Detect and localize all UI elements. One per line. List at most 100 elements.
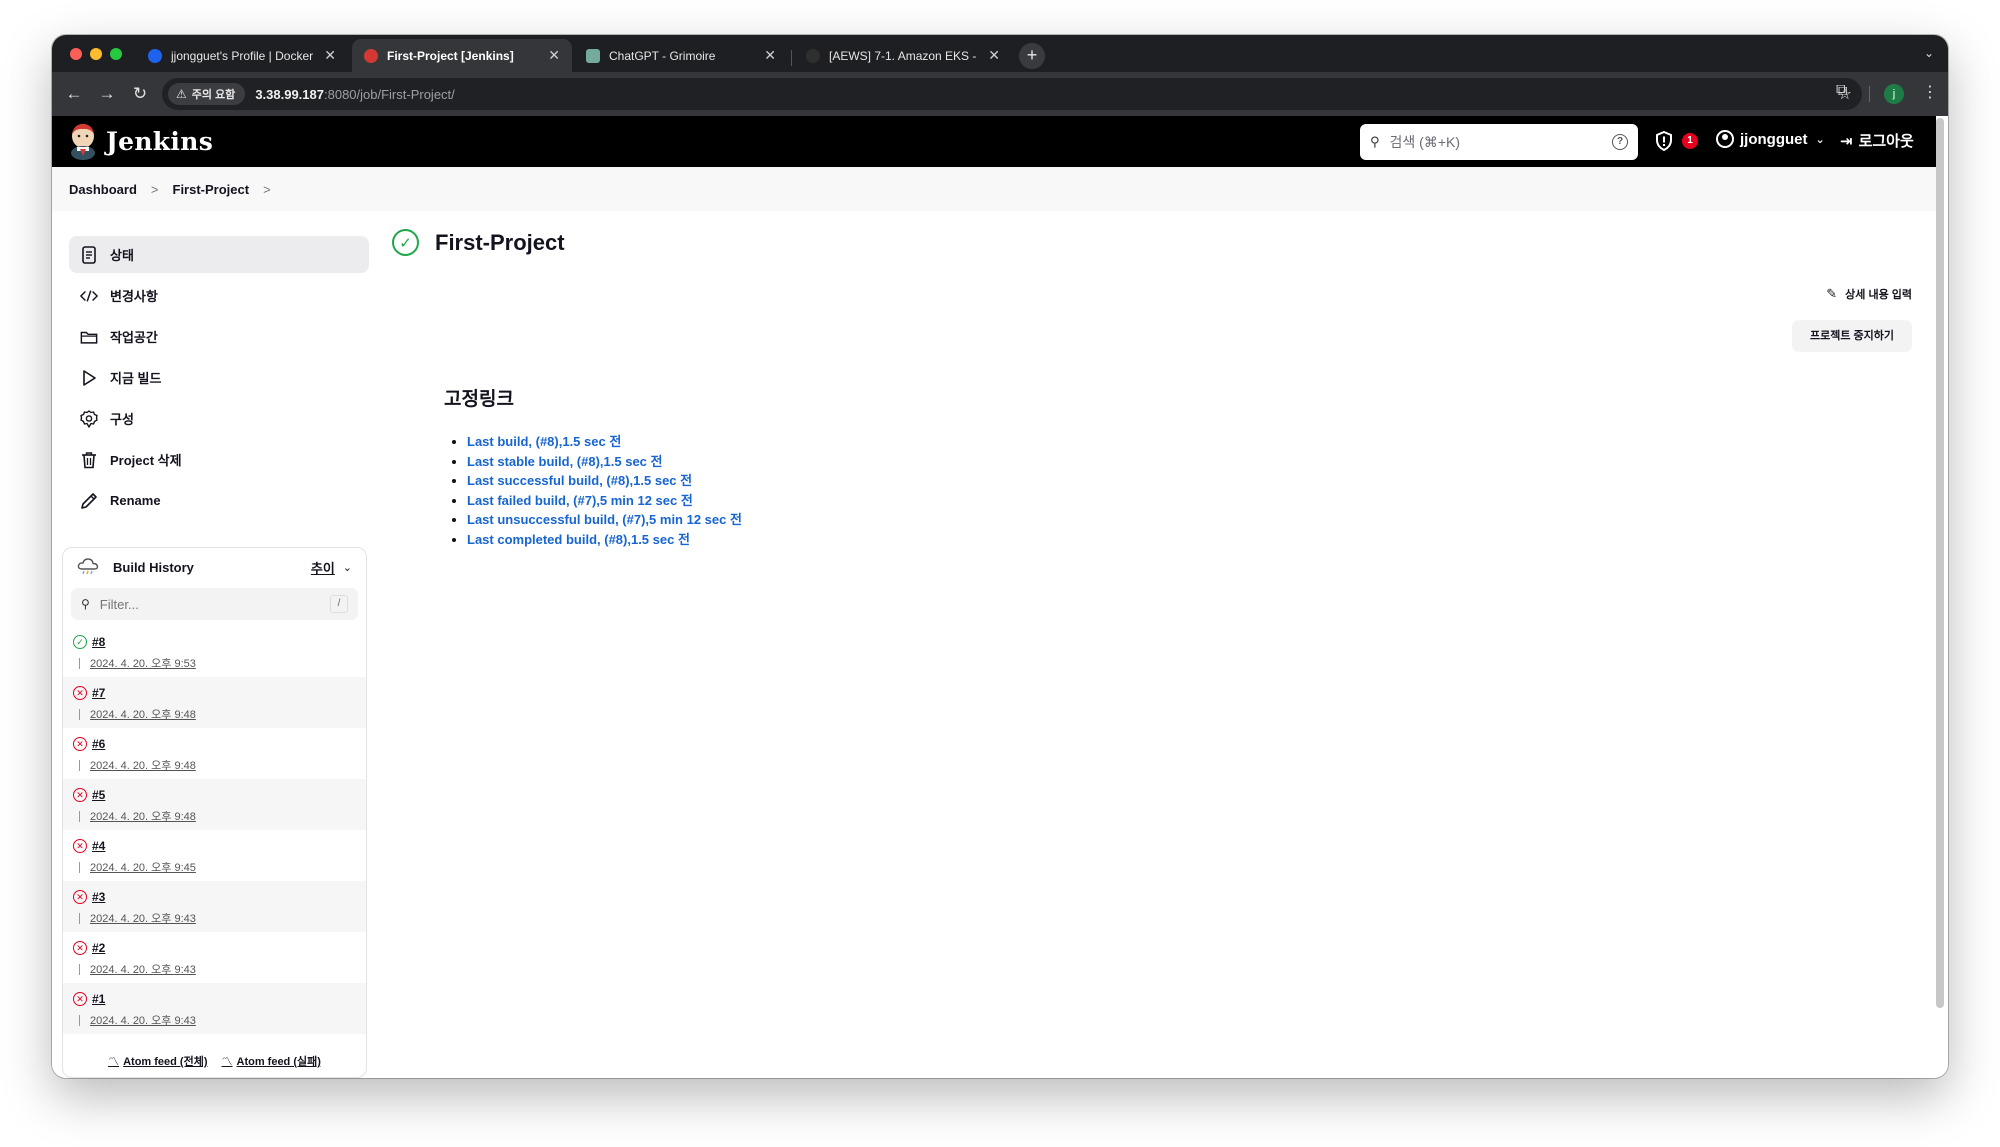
permalink-last-failed-build[interactable]: Last failed build, (#7),5 min 12 sec 전 (467, 493, 693, 508)
disable-project-button[interactable]: 프로젝트 중지하기 (1792, 320, 1912, 352)
browser-toolbar: ← → ↻ ⚠ 주의 요함 3.38.99.187 :8080/job/Firs… (52, 72, 1948, 116)
new-tab-button[interactable]: + (1019, 43, 1045, 69)
reload-icon[interactable]: ↻ (128, 82, 152, 106)
breadcrumb: Dashboard > First-Project > (52, 167, 1936, 211)
close-tab-icon[interactable]: ✕ (548, 47, 560, 64)
sidebar-item-rename[interactable]: Rename (69, 482, 369, 519)
build-date-link[interactable]: 2024. 4. 20. 오후 9:53 (90, 655, 196, 671)
sidebar-item-status[interactable]: 상태 (69, 236, 369, 273)
jenkins-logo-icon (71, 124, 95, 160)
build-number-link[interactable]: #6 (92, 737, 105, 751)
edit-description-link[interactable]: ✎ 상세 내용 입력 (1792, 282, 1912, 306)
close-tab-icon[interactable]: ✕ (324, 47, 336, 64)
tab-aews[interactable]: [AEWS] 7-1. Amazon EKS - CI/CD ✕ (794, 39, 1012, 72)
chevron-right-icon[interactable]: > (263, 182, 271, 197)
build-number-link[interactable]: #1 (92, 992, 105, 1006)
security-alert-badge[interactable]: 1 (1682, 133, 1698, 149)
breadcrumb-dashboard[interactable]: Dashboard (69, 182, 137, 197)
build-date-link[interactable]: 2024. 4. 20. 오후 9:48 (90, 706, 196, 722)
build-date-link[interactable]: 2024. 4. 20. 오후 9:43 (90, 1012, 196, 1028)
folder-icon (80, 328, 98, 346)
page-scrollbar[interactable] (1936, 118, 1944, 1008)
address-bar[interactable]: ⚠ 주의 요함 3.38.99.187 :8080/job/First-Proj… (162, 78, 1862, 110)
chevron-down-icon: ⌄ (1815, 133, 1825, 146)
close-tab-icon[interactable]: ✕ (764, 47, 776, 64)
sidebar-item-build-now[interactable]: 지금 빌드 (69, 359, 369, 396)
build-date-link[interactable]: 2024. 4. 20. 오후 9:48 (90, 757, 196, 773)
global-search[interactable]: ⚲ 검색 (⌘+K) ? (1360, 124, 1638, 160)
permalink-last-unsuccessful-build[interactable]: Last unsuccessful build, (#7),5 min 12 s… (467, 512, 742, 527)
build-number-link[interactable]: #7 (92, 686, 105, 700)
trash-icon (80, 451, 98, 469)
extensions-puzzle-icon[interactable]: ⧉ (1836, 82, 1847, 100)
permalink-last-successful-build[interactable]: Last successful build, (#8),1.5 sec 전 (467, 473, 692, 488)
tab-search-chevron-icon[interactable]: ⌄ (1924, 46, 1934, 60)
build-date-link[interactable]: 2024. 4. 20. 오후 9:43 (90, 961, 196, 977)
atom-feed-all-link[interactable]: 〽 Atom feed (전체) (108, 1053, 207, 1069)
sidebar-item-configure[interactable]: 구성 (69, 400, 369, 437)
url-host: 3.38.99.187 (255, 86, 324, 102)
build-row[interactable]: ✕ #6 2024. 4. 20. 오후 9:48 (63, 728, 366, 779)
chevron-down-icon[interactable]: ⌄ (343, 561, 352, 574)
page-title: First-Project (435, 229, 565, 255)
rss-icon: 〽 (221, 1056, 233, 1068)
build-row[interactable]: ✕ #3 2024. 4. 20. 오후 9:43 (63, 881, 366, 932)
user-menu[interactable]: jjongguet ⌄ (1716, 130, 1825, 148)
jenkins-home-link[interactable]: Jenkins (68, 122, 213, 160)
profile-avatar[interactable]: j (1884, 84, 1904, 104)
build-number-link[interactable]: #8 (92, 635, 105, 649)
build-date-link[interactable]: 2024. 4. 20. 오후 9:48 (90, 808, 196, 824)
permalink-last-build[interactable]: Last build, (#8),1.5 sec 전 (467, 434, 621, 449)
build-filter-input[interactable] (99, 596, 330, 612)
build-number-link[interactable]: #3 (92, 890, 105, 904)
close-tab-icon[interactable]: ✕ (988, 47, 1000, 64)
browser-menu-icon[interactable]: ⋮ (1922, 82, 1938, 102)
filter-shortcut-key: / (330, 595, 348, 613)
search-icon: ⚲ (81, 597, 90, 611)
atom-feed-failed-link[interactable]: 〽 Atom feed (실패) (222, 1053, 321, 1069)
help-icon[interactable]: ? (1612, 134, 1628, 150)
build-row[interactable]: ✕ #1 2024. 4. 20. 오후 9:43 (63, 983, 366, 1034)
jenkins-favicon-icon (364, 48, 378, 63)
tab-docker-hub[interactable]: jjongguet's Profile | Docker Hub ✕ (136, 39, 348, 72)
security-warning-chip[interactable]: ⚠ 주의 요함 (168, 83, 246, 105)
chatgpt-favicon-icon (586, 48, 600, 63)
logout-link[interactable]: ⇥ 로그아웃 (1840, 130, 1914, 151)
failure-x-icon: ✕ (73, 941, 87, 955)
back-arrow-icon[interactable]: ← (62, 82, 86, 106)
list-item: Last build, (#8),1.5 sec 전 (467, 431, 742, 451)
trend-link[interactable]: 추이 (311, 558, 335, 577)
security-shield-icon[interactable] (1655, 131, 1673, 151)
build-row[interactable]: ✕ #5 2024. 4. 20. 오후 9:48 (63, 779, 366, 830)
build-row[interactable]: ✕ #2 2024. 4. 20. 오후 9:43 (63, 932, 366, 983)
tab-chatgpt[interactable]: ChatGPT - Grimoire ✕ (574, 39, 788, 72)
build-row[interactable]: ✕ #4 2024. 4. 20. 오후 9:45 (63, 830, 366, 881)
forward-arrow-icon[interactable]: → (95, 82, 119, 106)
sidebar-item-delete-project[interactable]: Project 삭제 (69, 441, 369, 478)
sidebar-item-workspace[interactable]: 작업공간 (69, 318, 369, 355)
tab-jenkins[interactable]: First-Project [Jenkins] ✕ (352, 39, 572, 72)
close-window-button[interactable] (70, 48, 82, 60)
zoom-window-button[interactable] (110, 48, 122, 60)
build-row[interactable]: ✕ #7 2024. 4. 20. 오후 9:48 (63, 677, 366, 728)
user-icon (1716, 130, 1734, 148)
build-number-link[interactable]: #4 (92, 839, 105, 853)
sidebar-item-changes[interactable]: 변경사항 (69, 277, 369, 314)
build-number-link[interactable]: #5 (92, 788, 105, 802)
breadcrumb-first-project[interactable]: First-Project (173, 182, 250, 197)
build-date-link[interactable]: 2024. 4. 20. 오후 9:45 (90, 859, 196, 875)
build-number-link[interactable]: #2 (92, 941, 105, 955)
list-item: Last failed build, (#7),5 min 12 sec 전 (467, 490, 742, 510)
failure-x-icon: ✕ (73, 788, 87, 802)
search-input[interactable]: 검색 (⌘+K) (1390, 132, 1612, 152)
build-row[interactable]: ✓ #8 2024. 4. 20. 오후 9:53 (63, 626, 366, 677)
build-history-header: Build History 추이 ⌄ (63, 548, 366, 586)
build-filter[interactable]: ⚲ / (71, 588, 358, 620)
permalink-last-stable-build[interactable]: Last stable build, (#8),1.5 sec 전 (467, 454, 662, 469)
build-history-panel: Build History 추이 ⌄ ⚲ / ✓ #8 2024. 4. 20. … (62, 547, 367, 1078)
build-date-link[interactable]: 2024. 4. 20. 오후 9:43 (90, 910, 196, 926)
permalink-last-completed-build[interactable]: Last completed build, (#8),1.5 sec 전 (467, 532, 690, 547)
list-item: Last successful build, (#8),1.5 sec 전 (467, 470, 742, 490)
minimize-window-button[interactable] (90, 48, 102, 60)
atom-feeds: 〽 Atom feed (전체) 〽 Atom feed (실패) (63, 1053, 366, 1069)
